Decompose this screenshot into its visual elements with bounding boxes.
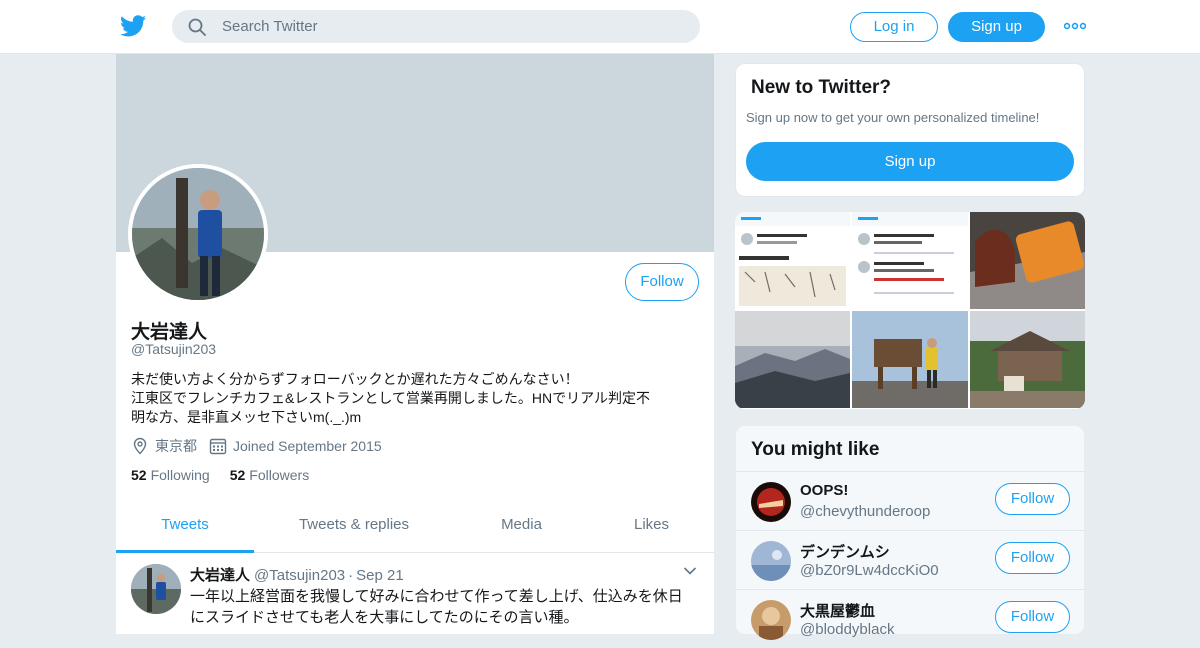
profile-location: 東京都 [131, 436, 197, 456]
boots-photo-image [970, 212, 1085, 309]
media-thumbnail[interactable] [852, 311, 968, 408]
you-might-like-title: You might like [751, 439, 880, 460]
tab-tweets[interactable]: Tweets [116, 505, 254, 553]
follow-button[interactable]: Follow [995, 483, 1070, 515]
suggested-user[interactable]: デンデンムシ @bZ0r9Lw4dccKiO0 Follow [736, 530, 1086, 589]
media-thumbnail[interactable] [970, 212, 1085, 309]
tweet-item[interactable]: 大岩達人 @Tatsujin203 · Sep 21 一年以上経営面を我慢して好… [116, 554, 714, 644]
twitter-bird-icon[interactable] [120, 14, 146, 38]
hut-photo-image [970, 311, 1085, 408]
avatar-photo [131, 564, 181, 614]
top-navigation-bar: Log in Sign up [0, 0, 1200, 54]
suggested-user[interactable]: 大黒屋鬱血 @bloddyblack Follow [736, 589, 1086, 648]
suggested-user[interactable]: OOPS! @chevythunderoop Follow [736, 471, 1086, 530]
profile-meta: 東京都 Joined September 2015 [131, 436, 394, 456]
tweet-author-name[interactable]: 大岩達人 [190, 564, 250, 585]
follow-button[interactable]: Follow [995, 601, 1070, 633]
more-dots-icon[interactable] [1064, 20, 1086, 32]
profile-handle[interactable]: @Tatsujin203 [131, 341, 216, 357]
search-icon [188, 18, 206, 36]
tweet-avatar[interactable] [131, 564, 181, 614]
tweet-author-handle[interactable]: @Tatsujin203 [254, 567, 345, 584]
tweet-text-line: 一年以上経営面を我慢して好みに合わせて作って差し上げ、仕込みを休日 [190, 588, 683, 605]
screenshot-thumbnail-image [852, 212, 968, 309]
avatar-image [751, 541, 791, 581]
joined-text: Joined September 2015 [233, 438, 382, 454]
location-text: 東京都 [155, 438, 197, 454]
search-bar[interactable] [172, 10, 700, 43]
chevron-down-icon[interactable] [683, 566, 697, 576]
avatar-image [751, 482, 791, 522]
following-stat[interactable]: 52 Following [131, 467, 210, 483]
bio-line: 江東区でフレンチカフェ&レストランとして営業再開しました。HNでリアル判定不 [131, 390, 650, 406]
followers-stat[interactable]: 52 Followers [230, 467, 309, 483]
profile-stats: 52 Following 52 Followers [131, 467, 329, 483]
tab-tweets-replies[interactable]: Tweets & replies [254, 505, 454, 553]
suggested-user-name[interactable]: OOPS! [800, 482, 848, 499]
avatar[interactable] [751, 541, 791, 581]
media-thumbnail[interactable] [735, 212, 850, 309]
profile-tabs: Tweets Tweets & replies Media Likes [116, 505, 714, 553]
suggested-user-name[interactable]: 大黒屋鬱血 [800, 600, 875, 621]
tweet-text-line: にスライドさせても老人を大事にしてたのにその言い種。 [190, 609, 579, 626]
followers-count: 52 [229, 467, 246, 483]
tweet-header: 大岩達人 @Tatsujin203 · Sep 21 [190, 564, 404, 585]
profile-joined: Joined September 2015 [209, 437, 382, 455]
signup-button[interactable]: Sign up [948, 12, 1045, 42]
new-to-twitter-title: New to Twitter? [751, 77, 892, 98]
tweet-separator: · [348, 567, 354, 584]
following-count: 52 [131, 467, 147, 483]
signup-card-button[interactable]: Sign up [746, 142, 1074, 181]
avatar-photo [132, 168, 264, 300]
suggested-user-name[interactable]: デンデンムシ [800, 541, 890, 562]
media-thumbnail[interactable] [852, 212, 968, 309]
profile-name: 大岩達人 [131, 322, 208, 343]
following-label: Following [150, 467, 210, 483]
profile-column: Follow 大岩達人 @Tatsujin203 未だ使い方よく分からずフォロー… [116, 54, 714, 634]
follow-button[interactable]: Follow [625, 263, 699, 301]
screenshot-thumbnail-image [735, 212, 850, 309]
new-to-twitter-card: New to Twitter? Sign up now to get your … [735, 63, 1085, 197]
tweet-text: 一年以上経営面を我慢して好みに合わせて作って差し上げ、仕込みを休日 にスライドさ… [190, 586, 695, 628]
media-thumbnail[interactable] [970, 311, 1085, 408]
followers-label: Followers [249, 467, 310, 483]
calendar-icon [209, 438, 227, 455]
location-pin-icon [133, 437, 147, 455]
login-button[interactable]: Log in [850, 12, 938, 42]
new-to-twitter-subtitle: Sign up now to get your own personalized… [746, 110, 1040, 125]
media-grid [735, 212, 1085, 409]
tab-likes[interactable]: Likes [589, 505, 714, 553]
bio-line: 未だ使い方よく分からずフォローバックとか遅れた方々ごめんなさい！ [131, 371, 579, 387]
avatar[interactable] [751, 600, 791, 640]
follow-button[interactable]: Follow [995, 542, 1070, 574]
suggested-user-handle[interactable]: @bZ0r9Lw4dccKiO0 [800, 562, 939, 579]
suggested-user-handle[interactable]: @chevythunderoop [800, 503, 930, 520]
avatar-image [751, 600, 791, 640]
tweet-timestamp[interactable]: Sep 21 [356, 567, 404, 584]
mountain-photo-image [735, 311, 850, 408]
search-input[interactable] [222, 10, 682, 43]
bio-line: 明な方、是非直メッセ下さいm(._.)m [131, 409, 362, 425]
profile-bio: 未だ使い方よく分からずフォローバックとか遅れた方々ごめんなさい！ 江東区でフレン… [131, 370, 696, 427]
tab-media[interactable]: Media [454, 505, 589, 553]
media-thumbnail[interactable] [735, 311, 850, 408]
avatar[interactable] [751, 482, 791, 522]
profile-avatar[interactable] [128, 164, 268, 304]
summit-sign-photo-image [852, 311, 968, 408]
you-might-like-card: You might like OOPS! @chevythunderoop Fo… [735, 425, 1086, 640]
